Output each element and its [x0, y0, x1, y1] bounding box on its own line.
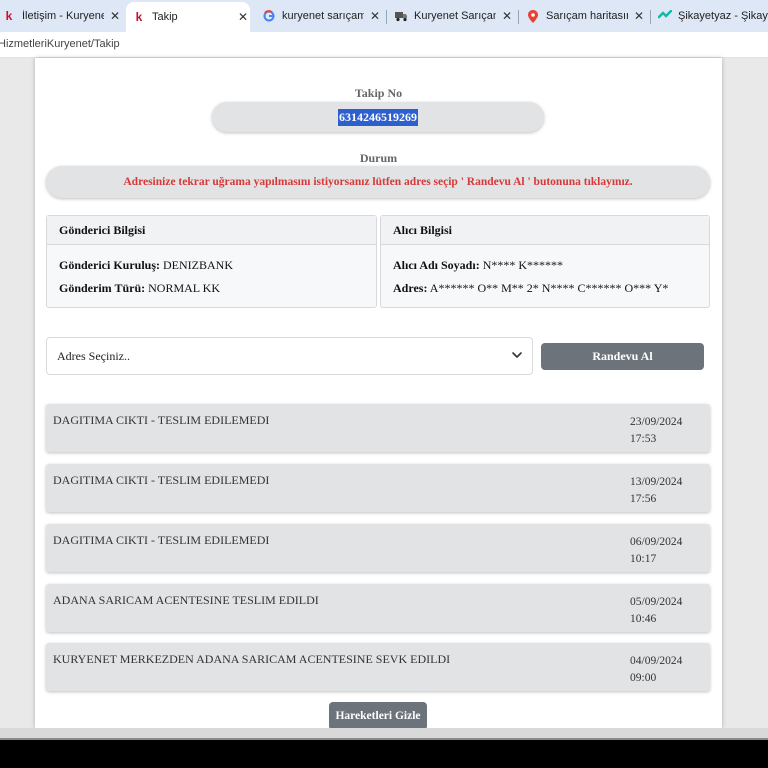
- tab-takip[interactable]: k Takip ✕: [126, 2, 250, 32]
- movement-description: DAGITIMA CIKTI - TESLIM EDILEMEDI: [53, 413, 270, 427]
- movement-row: DAGITIMA CIKTI - TESLIM EDILEMEDI 23/09/…: [46, 404, 710, 452]
- tracking-number-label: Takip No: [354, 86, 403, 100]
- map-pin-icon: [526, 9, 540, 23]
- movement-date: 23/09/2024: [630, 416, 683, 428]
- sikayetyaz-icon: [658, 9, 672, 23]
- url-text[interactable]: HizmetleriKuryenet/Takip: [0, 38, 120, 50]
- movement-datetime: 13/09/2024 17:56: [630, 474, 682, 508]
- tab-separator: [386, 10, 387, 24]
- recipient-name-value: N**** K******: [482, 258, 564, 272]
- movement-time: 17:56: [630, 493, 657, 505]
- recipient-address-row: Adres: A****** O** M** 2* N**** C****** …: [393, 281, 668, 296]
- movement-datetime: 05/09/2024 10:46: [630, 594, 682, 628]
- tab-title: Kuryenet Sarıçam Şube: [414, 10, 496, 22]
- recipient-address-value: A****** O** M** 2* N**** C****** O*** Y*: [429, 281, 669, 295]
- browser-tab-strip: k İletişim - Kuryenet ✕ k Takip ✕ kuryen…: [0, 0, 768, 32]
- tracking-number-field[interactable]: 6314246519269: [212, 102, 544, 132]
- tab-separator: [518, 10, 519, 24]
- movement-date: 04/09/2024: [630, 655, 683, 667]
- close-icon[interactable]: ✕: [368, 9, 382, 23]
- movement-description: ADANA SARICAM ACENTESINE TESLIM EDILDI: [53, 593, 319, 607]
- tab-title: İletişim - Kuryenet: [22, 10, 104, 22]
- movement-row: DAGITIMA CIKTI - TESLIM EDILEMEDI 13/09/…: [46, 464, 710, 512]
- chevron-down-icon: [510, 348, 524, 362]
- tab-sikayetyaz[interactable]: Şikayetyaz - Şikayetvar: [654, 4, 768, 28]
- sender-type-row: Gönderim Türü: NORMAL KK: [59, 281, 220, 296]
- recipient-name-row: Alıcı Adı Soyadı: N**** K******: [393, 258, 563, 273]
- movement-description: DAGITIMA CIKTI - TESLIM EDILEMEDI: [53, 473, 270, 487]
- truck-icon: [394, 9, 408, 23]
- sender-type-label: Gönderim Türü:: [59, 281, 146, 295]
- tab-iletisim[interactable]: k İletişim - Kuryenet ✕: [0, 4, 122, 28]
- recipient-card: Alıcı Bilgisi Alıcı Adı Soyadı: N**** K*…: [380, 215, 710, 308]
- movement-datetime: 23/09/2024 17:53: [630, 414, 682, 448]
- google-g-icon: [262, 9, 276, 23]
- close-icon[interactable]: ✕: [632, 9, 646, 23]
- address-bar[interactable]: HizmetleriKuryenet/Takip: [0, 32, 768, 58]
- tracking-panel: Takip No 6314246519269 Durum Adresinize …: [35, 58, 722, 728]
- close-icon[interactable]: ✕: [236, 10, 250, 24]
- hide-movements-button[interactable]: Hareketleri Gizle: [329, 702, 427, 728]
- address-select[interactable]: Adres Seçiniz..: [46, 337, 533, 375]
- movement-time: 17:53: [630, 433, 657, 445]
- movement-datetime: 06/09/2024 10:17: [630, 534, 682, 568]
- sender-org-label: Gönderici Kuruluş:: [59, 258, 161, 272]
- status-label: Durum: [359, 151, 398, 165]
- tab-separator: [650, 10, 651, 24]
- tab-title: Şikayetyaz - Şikayetvar: [678, 10, 768, 22]
- movement-description: DAGITIMA CIKTI - TESLIM EDILEMEDI: [53, 533, 270, 547]
- tab-google-search[interactable]: kuryenet sarıçam acente ✕: [258, 4, 382, 28]
- status-message: Adresinize tekrar uğrama yapılmasını ist…: [46, 166, 710, 198]
- movement-row: DAGITIMA CIKTI - TESLIM EDILEMEDI 06/09/…: [46, 524, 710, 572]
- kuryenet-k-icon: k: [5, 9, 13, 23]
- sender-card: Gönderici Bilgisi Gönderici Kuruluş: DEN…: [46, 215, 377, 308]
- movement-date: 06/09/2024: [630, 536, 683, 548]
- movement-row: ADANA SARICAM ACENTESINE TESLIM EDILDI 0…: [46, 584, 710, 632]
- tab-title: Takip: [152, 11, 178, 23]
- kuryenet-k-icon: k: [135, 10, 143, 24]
- appointment-button[interactable]: Randevu Al: [541, 343, 704, 370]
- address-select-value: Adres Seçiniz..: [57, 349, 130, 363]
- scrollbar-edge: [0, 738, 768, 740]
- movement-row: KURYENET MERKEZDEN ADANA SARICAM ACENTES…: [46, 643, 710, 691]
- movement-datetime: 04/09/2024 09:00: [630, 653, 682, 687]
- tab-sarıcam-map[interactable]: Sarıçam haritasında Sa ✕: [522, 4, 646, 28]
- tab-title: kuryenet sarıçam acente: [282, 10, 364, 22]
- recipient-name-label: Alıcı Adı Soyadı:: [393, 258, 480, 272]
- sender-org-row: Gönderici Kuruluş: DENIZBANK: [59, 258, 233, 273]
- tracking-number[interactable]: 6314246519269: [338, 108, 418, 126]
- tab-kuryenet-sube[interactable]: Kuryenet Sarıçam Şube ✕: [390, 4, 514, 28]
- recipient-address-label: Adres:: [393, 281, 428, 295]
- movement-time: 10:46: [630, 613, 657, 625]
- sender-type-value: NORMAL KK: [148, 281, 221, 295]
- movement-time: 09:00: [630, 672, 657, 684]
- recipient-card-title: Alıcı Bilgisi: [381, 216, 709, 245]
- bottom-bar: [0, 728, 768, 768]
- close-icon[interactable]: ✕: [108, 9, 122, 23]
- sender-card-title: Gönderici Bilgisi: [47, 216, 376, 245]
- movement-description: KURYENET MERKEZDEN ADANA SARICAM ACENTES…: [53, 652, 451, 666]
- movement-time: 10:17: [630, 553, 657, 565]
- movement-date: 13/09/2024: [630, 476, 683, 488]
- movement-date: 05/09/2024: [630, 596, 683, 608]
- horizontal-scrollbar[interactable]: [0, 728, 768, 738]
- sender-org-value: DENIZBANK: [163, 258, 234, 272]
- close-icon[interactable]: ✕: [500, 9, 514, 23]
- tab-title: Sarıçam haritasında Sa: [546, 10, 628, 22]
